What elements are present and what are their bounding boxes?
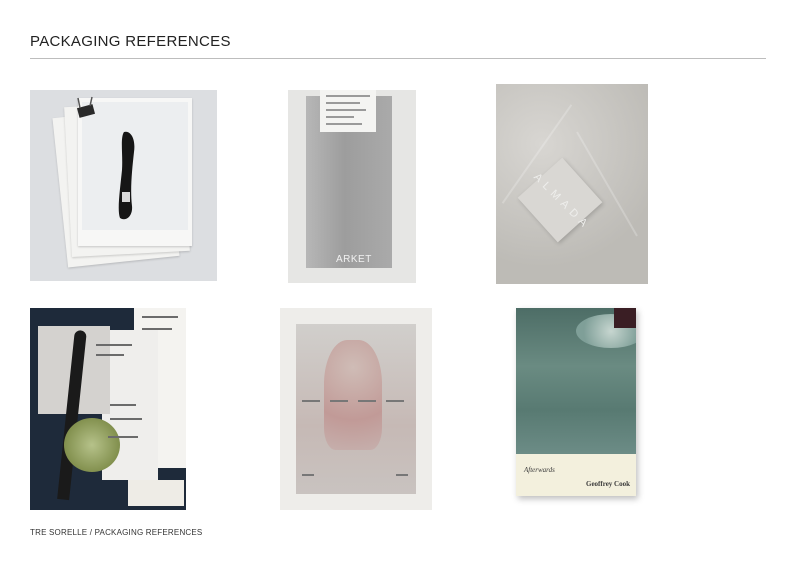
binder-clip-icon: [76, 96, 96, 118]
reference-image-almada-tissue: ALMADA: [496, 84, 648, 284]
handwriting-line: [108, 436, 138, 438]
shoe-graphic: [118, 131, 135, 220]
page-title: PACKAGING REFERENCES: [30, 33, 231, 50]
dark-corner: [614, 308, 636, 328]
handwriting-line: [142, 316, 178, 318]
handwriting-line: [96, 354, 124, 356]
tag-lettering: ALMADA: [531, 171, 593, 233]
book-author: Geoffrey Cook: [586, 480, 630, 488]
bag-brand-text: ARKET: [336, 254, 372, 265]
handwriting-line: [110, 418, 142, 420]
footer-caption: TRE SORELLE / PACKAGING REFERENCES: [30, 528, 203, 537]
handwriting-line: [110, 404, 136, 406]
title-divider: [30, 58, 766, 59]
reference-image-arket-bag: ARKET: [288, 90, 416, 283]
printed-label: [320, 90, 376, 132]
reference-image-book-cover: Afterwards Geoffrey Cook: [516, 308, 636, 496]
book-title: Afterwards: [524, 466, 555, 474]
portrait-figure: [324, 340, 382, 450]
poster-text-line: [330, 400, 348, 402]
moss-specimen: [64, 418, 120, 472]
poster-text-line: [386, 400, 404, 402]
handwriting-line: [96, 344, 132, 346]
poster-text-line: [302, 400, 320, 402]
poster-text-line: [358, 400, 376, 402]
poster-text-line: [396, 474, 408, 476]
reference-image-shoe-photos: [30, 90, 217, 281]
poster-text-line: [302, 474, 314, 476]
paper-strip: [128, 480, 184, 506]
handwriting-line: [142, 328, 172, 330]
reference-image-collage: [30, 308, 186, 510]
reference-image-faded-poster: [280, 308, 432, 510]
